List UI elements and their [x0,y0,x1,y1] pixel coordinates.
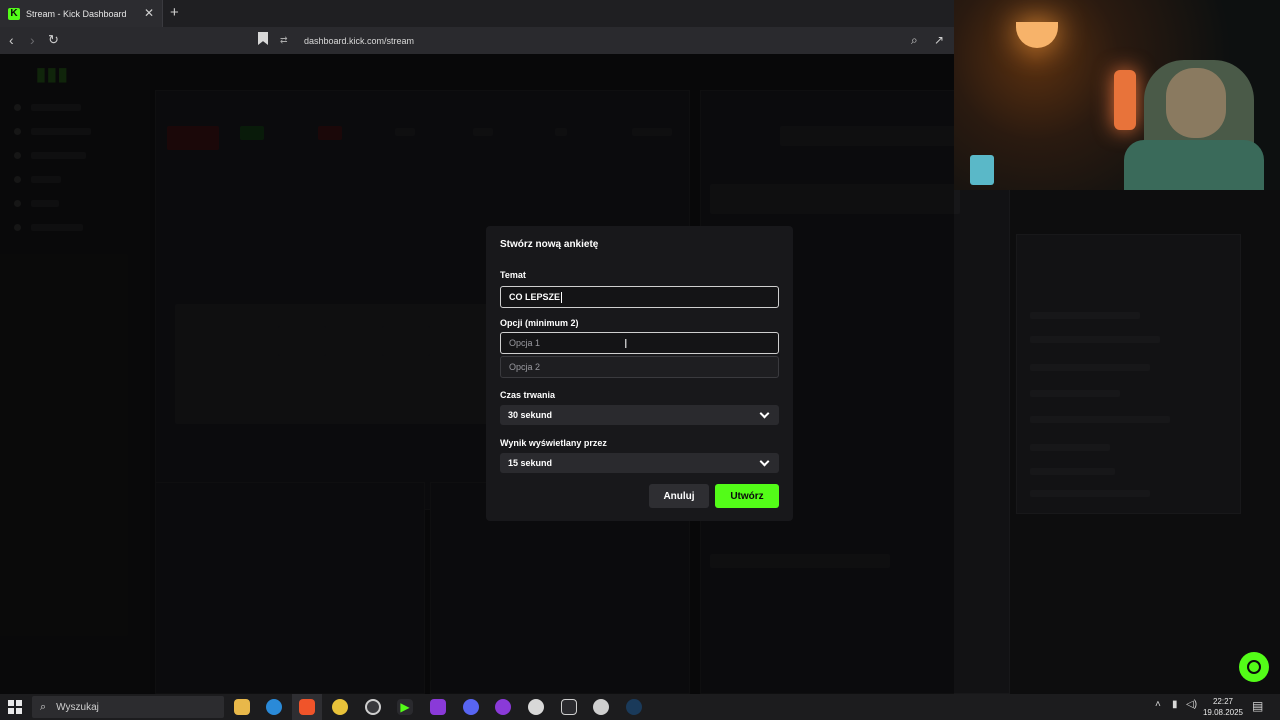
app-icon[interactable] [593,699,609,715]
topic-label: Temat [500,270,526,280]
kick-favicon-icon: K [8,7,20,20]
create-poll-modal: Stwórz nową ankietę Temat CO LEPSZE Opcj… [486,226,793,521]
menu-row [1030,490,1150,497]
menu-row [1030,364,1150,371]
tray-overflow-icon[interactable]: ˄ [1155,699,1161,710]
app-icon[interactable] [495,699,511,715]
mouse-text-cursor-icon: I [624,337,628,351]
system-clock[interactable]: 22:27 19.08.2025 [1200,696,1246,718]
discord-icon[interactable] [463,699,479,715]
app-icon[interactable] [528,699,544,715]
reload-icon[interactable]: ↻ [48,32,59,48]
menu-row [1030,390,1120,397]
headset-icon [1247,660,1261,674]
menu-row [1030,444,1110,451]
lamp-light [1114,70,1136,130]
site-info-icon[interactable]: ⇄ [280,35,292,46]
chevron-down-icon [759,456,770,466]
result-duration-label: Wynik wyświetlany przez [500,438,607,448]
taskbar: ⌕ Wyszukaj ▶ ˄ ▮ ◁) 22:27 19.08.2025 ▤ [0,694,1280,720]
url-text: dashboard.kick.com/stream [304,35,415,46]
menu-row [1030,336,1160,343]
menu-row [1030,468,1115,475]
webcam-overlay [954,0,1280,190]
help-chat-button[interactable] [1239,652,1269,682]
menu-row [1030,312,1140,319]
edge-icon[interactable] [266,699,282,715]
taskbar-search-label: Wyszukaj [56,701,99,713]
menu-row [1030,416,1170,423]
duration-select[interactable]: 30 sekund [500,405,779,425]
volume-icon[interactable]: ◁) [1186,699,1197,710]
brave-icon[interactable] [299,699,315,715]
address-bar[interactable]: ⇄ dashboard.kick.com/stream [280,30,950,51]
result-duration-value: 15 sekund [508,458,553,468]
search-icon: ⌕ [40,700,47,713]
duration-label: Czas trwania [500,390,556,400]
obs-icon[interactable] [365,699,381,715]
tab-title: Stream - Kick Dashboard [26,8,127,19]
chrome-icon[interactable] [332,699,348,715]
windows-start-icon[interactable] [8,700,22,714]
create-poll-button[interactable]: Utwórz [715,484,779,508]
clock-date: 19.08.2025 [1202,708,1244,717]
microphone-icon[interactable]: ▮ [1172,699,1178,710]
bookmark-icon[interactable] [258,32,268,45]
kick-app-icon[interactable]: ▶ [397,699,413,715]
cancel-button[interactable]: Anuluj [649,484,709,508]
zoom-icon[interactable]: ⌕ [911,33,918,48]
option-2-input[interactable] [500,356,779,378]
result-duration-select[interactable]: 15 sekund [500,453,779,473]
close-tab-icon[interactable]: ✕ [144,6,154,20]
new-tab-icon[interactable]: + [170,4,179,21]
text-caret [561,291,563,303]
lamp-light [1016,22,1058,48]
forward-arrow-icon[interactable]: › [30,32,35,48]
epic-games-icon[interactable] [561,699,577,715]
browser-tab[interactable]: K Stream - Kick Dashboard ✕ [0,0,163,27]
chevron-down-icon [759,408,770,418]
streamer-face [1166,68,1226,138]
back-arrow-icon[interactable]: ‹ [9,32,14,48]
topic-value: CO LEPSZE [509,292,561,302]
options-label: Opcji (minimum 2) [500,318,579,328]
steam-icon[interactable] [626,699,642,715]
duration-value: 30 sekund [508,410,553,420]
taskbar-search[interactable]: ⌕ Wyszukaj [32,696,224,718]
cup [970,155,994,185]
modal-backdrop[interactable] [0,54,954,694]
option-1-input[interactable] [500,332,779,354]
file-explorer-icon[interactable] [234,699,250,715]
notifications-icon[interactable]: ▤ [1252,699,1263,713]
share-icon[interactable]: ↗ [934,33,944,47]
streamer-shirt [1124,140,1264,190]
topic-input[interactable]: CO LEPSZE [500,286,779,308]
app-icon[interactable] [430,699,446,715]
clock-time: 22:27 [1212,697,1234,706]
modal-title: Stwórz nową ankietę [500,239,599,250]
